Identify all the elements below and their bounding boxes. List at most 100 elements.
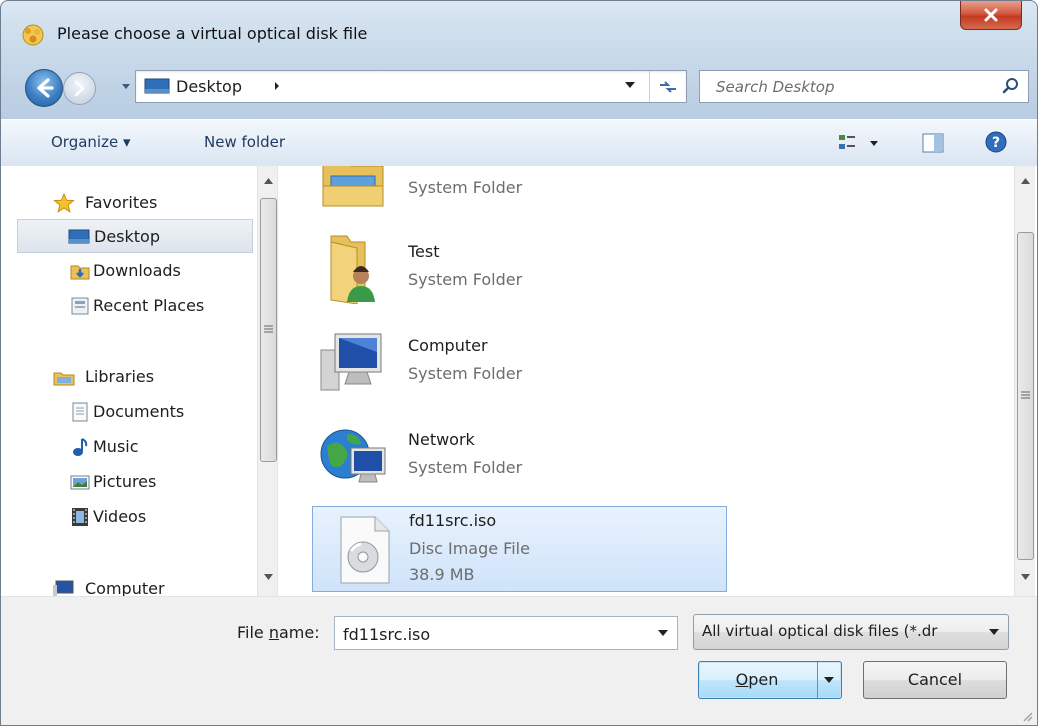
nav-label: Libraries (85, 367, 155, 386)
content-area: Favorites Desktop Downloads Recent Place… (1, 166, 1037, 596)
file-type: System Folder (408, 364, 523, 383)
file-name: Network (408, 430, 475, 449)
file-name-label: File name: (237, 623, 320, 642)
file-item-desktop-folder[interactable]: System Folder (312, 166, 727, 220)
music-icon (73, 438, 88, 456)
scroll-up-icon[interactable] (1021, 178, 1030, 184)
file-name: Test (408, 242, 440, 261)
desktop-icon (144, 78, 170, 94)
open-options-dropdown[interactable] (817, 662, 841, 698)
documents-icon (72, 402, 88, 422)
chevron-down-icon (989, 629, 999, 635)
scrollbar-thumb[interactable] (1017, 232, 1034, 560)
close-icon (984, 8, 998, 22)
address-location[interactable]: Desktop (176, 77, 242, 96)
nav-pictures[interactable]: Pictures (17, 465, 253, 499)
file-name-combobox[interactable] (334, 616, 678, 650)
command-toolbar: Organize ▾ New folder ? (1, 119, 1037, 167)
open-button[interactable]: Open (698, 661, 842, 699)
open-file-dialog: Please choose a virtual optical disk fil… (0, 0, 1038, 726)
help-icon: ? (985, 131, 1007, 153)
nav-downloads[interactable]: Downloads (17, 254, 253, 288)
search-box[interactable] (699, 70, 1029, 103)
file-name: fd11src.iso (409, 511, 497, 530)
scroll-down-icon[interactable] (264, 574, 273, 580)
file-type: Disc Image File (409, 539, 530, 558)
file-list[interactable]: System Folder Test System Folder Compute… (286, 166, 1014, 596)
file-name-input[interactable] (341, 622, 645, 646)
computer-icon (320, 333, 382, 391)
nav-documents[interactable]: Documents (17, 395, 253, 429)
chevron-down-icon (824, 677, 834, 683)
scroll-up-icon[interactable] (264, 178, 273, 184)
star-icon (53, 193, 75, 213)
desktop-icon (68, 229, 90, 244)
file-type: System Folder (408, 270, 523, 289)
file-item-test[interactable]: Test System Folder (312, 226, 727, 310)
navigation-pane[interactable]: Favorites Desktop Downloads Recent Place… (17, 166, 257, 596)
help-button[interactable]: ? (985, 131, 1007, 153)
file-item-network[interactable]: Network System Folder (312, 414, 727, 498)
new-folder-button[interactable]: New folder (204, 133, 285, 151)
nav-favorites[interactable]: Favorites (17, 186, 253, 220)
recent-places-icon (71, 297, 89, 315)
address-dropdown-icon[interactable] (624, 80, 636, 90)
file-size: 38.9 MB (409, 565, 475, 584)
nav-label: Music (93, 437, 139, 456)
refresh-button[interactable] (649, 71, 687, 102)
nav-label: Downloads (93, 261, 181, 280)
grip-lines-icon (264, 325, 273, 333)
nav-videos[interactable]: Videos (17, 500, 253, 534)
file-item-fd11src-iso[interactable]: fd11src.iso Disc Image File 38.9 MB (312, 506, 727, 592)
nav-computer[interactable]: Computer (17, 572, 253, 596)
file-type-filter-value: All virtual optical disk files (*.dr (702, 622, 938, 640)
search-icon[interactable] (1002, 77, 1020, 95)
preview-pane-icon (922, 133, 944, 153)
address-bar[interactable]: Desktop (135, 70, 687, 103)
back-button[interactable] (25, 69, 63, 107)
svg-text:?: ? (992, 135, 1000, 151)
forward-button[interactable] (63, 72, 96, 105)
nav-libraries[interactable]: Libraries (17, 360, 253, 394)
chevron-down-icon[interactable] (657, 629, 669, 637)
search-input[interactable] (714, 75, 978, 99)
cancel-button-label: Cancel (907, 670, 963, 689)
preview-pane-button[interactable] (921, 132, 945, 154)
change-view-button[interactable] (837, 132, 887, 154)
nav-label: Favorites (85, 193, 158, 212)
file-type: System Folder (408, 458, 523, 477)
downloads-icon (70, 265, 90, 280)
network-icon (320, 429, 386, 483)
pane-splitter[interactable] (277, 166, 286, 596)
file-item-computer[interactable]: Computer System Folder (312, 320, 727, 404)
videos-icon (72, 508, 88, 526)
folder-icon (322, 166, 384, 207)
nav-label: Recent Places (93, 296, 205, 315)
title-bar[interactable]: Please choose a virtual optical disk fil… (1, 1, 1037, 61)
forward-arrow-icon (74, 80, 85, 97)
nav-label: Documents (93, 402, 185, 421)
refresh-icon (660, 81, 676, 93)
breadcrumb-chevron-icon[interactable] (272, 79, 282, 93)
file-list-scrollbar[interactable] (1014, 166, 1035, 596)
resize-grip-icon[interactable] (1022, 711, 1034, 723)
virtualbox-app-icon (22, 24, 44, 46)
scrollbar-thumb[interactable] (260, 198, 277, 462)
back-arrow-icon (37, 78, 54, 98)
recent-locations-dropdown-icon[interactable] (121, 80, 131, 92)
navigation-pane-scrollbar[interactable] (257, 166, 278, 596)
file-type-filter[interactable]: All virtual optical disk files (*.dr (693, 614, 1009, 650)
nav-recent-places[interactable]: Recent Places (17, 289, 253, 323)
nav-desktop[interactable]: Desktop (17, 219, 253, 253)
open-button-label: Open (735, 670, 779, 689)
grip-lines-icon (1021, 391, 1030, 399)
organize-menu[interactable]: Organize ▾ (51, 133, 131, 151)
scroll-down-icon[interactable] (1021, 574, 1030, 580)
close-button[interactable] (960, 1, 1022, 30)
disc-image-icon (340, 516, 390, 584)
cancel-button[interactable]: Cancel (863, 661, 1007, 699)
bottom-panel: File name: All virtual optical disk file… (1, 596, 1037, 725)
views-icon (839, 135, 878, 149)
window-title: Please choose a virtual optical disk fil… (57, 24, 368, 43)
nav-music[interactable]: Music (17, 430, 253, 464)
